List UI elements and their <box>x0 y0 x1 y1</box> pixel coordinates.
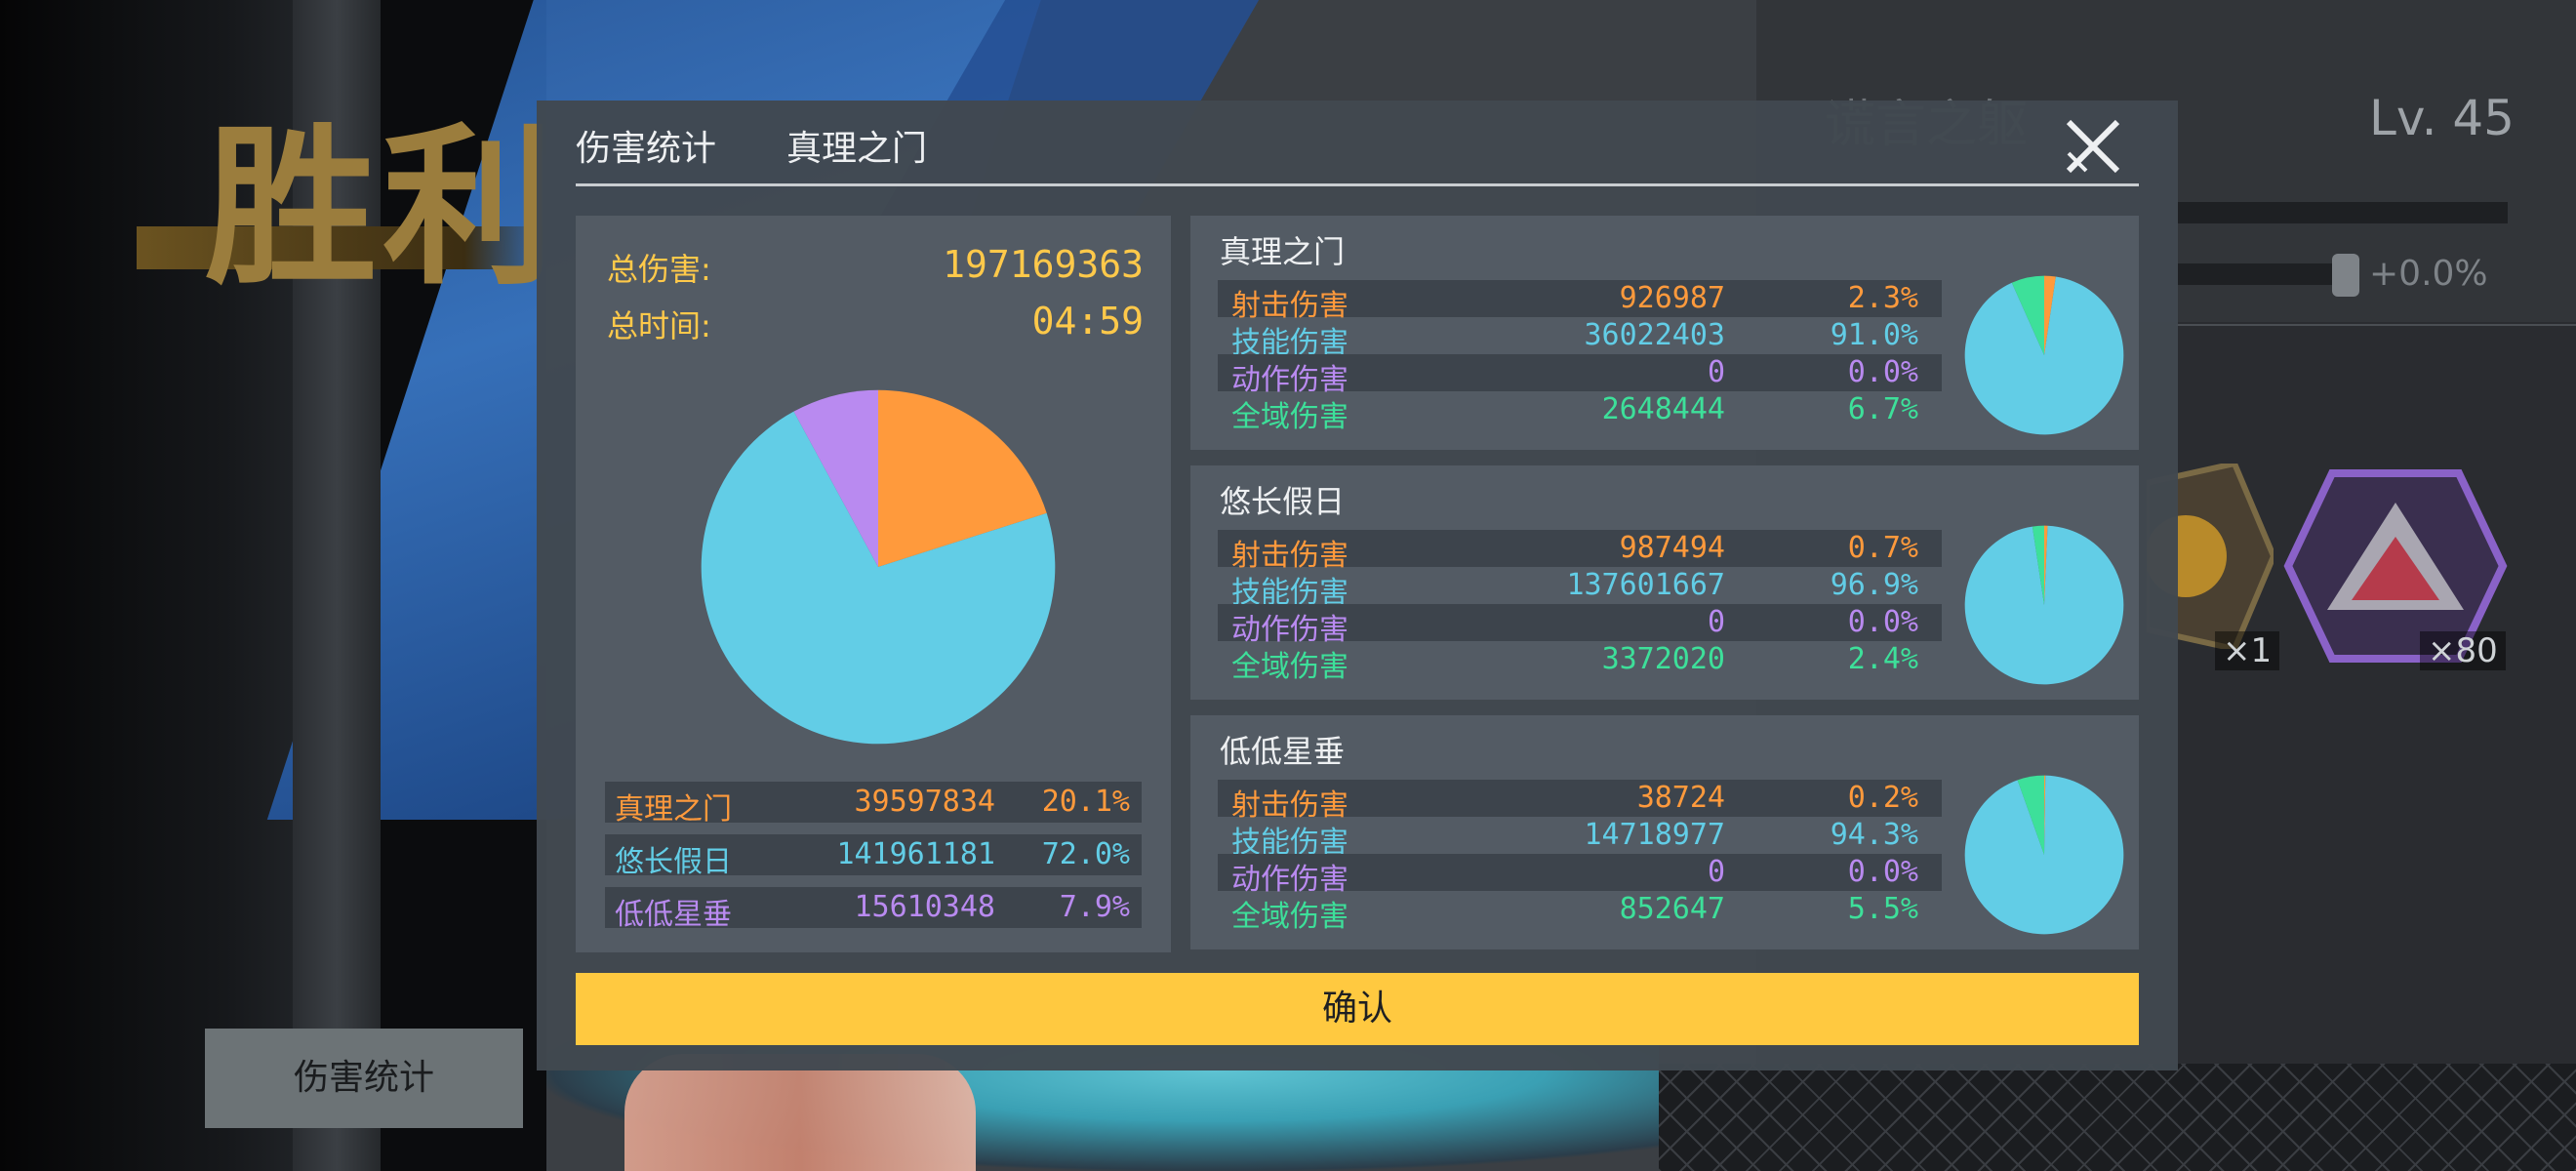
bonus-readout: +0.0% <box>2332 254 2488 297</box>
member-name: 低低星垂 <box>615 898 732 932</box>
damage-type-label: 全域伤害 <box>1231 650 1348 684</box>
damage-percent: 0.7% <box>1847 531 1918 565</box>
damage-percent: 0.2% <box>1847 781 1918 815</box>
tab-stage[interactable]: 真理之门 <box>786 120 927 171</box>
character-panel: 悠长假日 射击伤害 987494 0.7% 技能伤害 137601667 96.9% 动作伤害… <box>1190 465 2139 700</box>
damage-type-label: 全域伤害 <box>1231 900 1348 934</box>
total-damage-label: 总伤害: <box>607 251 711 288</box>
character-damage-pie <box>1964 775 2124 935</box>
character-panel: 真理之门 射击伤害 926987 2.3% 技能伤害 36022403 91.0% 动作伤害 0… <box>1190 216 2139 450</box>
dialog-header: 伤害统计 真理之门 <box>576 101 2139 186</box>
damage-value: 14718977 <box>1584 818 1726 852</box>
damage-percent: 0.0% <box>1847 605 1918 639</box>
bonus-value: +0.0% <box>2369 254 2488 294</box>
damage-value: 0 <box>1707 355 1725 389</box>
divider <box>2176 324 2576 326</box>
damage-value: 852647 <box>1619 892 1725 926</box>
damage-breakdown-table: 射击伤害 987494 0.7% 技能伤害 137601667 96.9% 动作伤害 0 0.0… <box>1218 530 1942 684</box>
character-art-legs <box>624 1054 976 1171</box>
damage-type-row: 全域伤害 2648444 6.7% <box>1218 391 1942 434</box>
team-summary-row: 真理之门 39597834 20.1% <box>605 782 1142 827</box>
overview-panel: 总伤害: 197169363 总时间: 04:59 真理之门 39597834 20… <box>576 216 1171 952</box>
damage-type-row: 动作伤害 0 0.0% <box>1218 354 1942 397</box>
damage-type-label: 全域伤害 <box>1231 400 1348 434</box>
damage-value: 38724 <box>1636 781 1725 815</box>
damage-value: 141961181 <box>836 837 995 871</box>
damage-breakdown-table: 射击伤害 38724 0.2% 技能伤害 14718977 94.3% 动作伤害 0 0.0% 全… <box>1218 780 1942 934</box>
damage-type-row: 技能伤害 14718977 94.3% <box>1218 817 1942 860</box>
total-time-value: 04:59 <box>1031 300 1144 343</box>
team-summary-row: 低低星垂 15610348 7.9% <box>605 887 1142 932</box>
total-time-label: 总时间: <box>607 307 711 344</box>
character-name: 悠长假日 <box>1220 483 1346 520</box>
damage-percent: 96.9% <box>1830 568 1918 602</box>
damage-percent: 91.0% <box>1830 318 1918 352</box>
close-icon[interactable] <box>2063 116 2123 177</box>
total-damage-value: 197169363 <box>943 243 1144 286</box>
exp-bar <box>2176 202 2508 223</box>
damage-percent: 6.7% <box>1847 392 1918 426</box>
damage-percent: 94.3% <box>1830 818 1918 852</box>
damage-stats-button[interactable]: 伤害统计 <box>205 1029 523 1128</box>
item-count: ×80 <box>2420 631 2506 670</box>
character-name: 低低星垂 <box>1220 733 1346 770</box>
character-panel: 低低星垂 射击伤害 38724 0.2% 技能伤害 14718977 94.3% 动作伤害 0 0… <box>1190 715 2139 949</box>
damage-percent: 0.0% <box>1847 355 1918 389</box>
bonus-icon <box>2332 254 2359 297</box>
damage-type-row: 射击伤害 38724 0.2% <box>1218 780 1942 823</box>
damage-type-row: 动作伤害 0 0.0% <box>1218 604 1942 647</box>
damage-value: 15610348 <box>854 890 996 924</box>
bonus-bar <box>2176 263 2332 285</box>
damage-percent: 7.9% <box>1059 890 1130 924</box>
member-name: 悠长假日 <box>615 845 732 879</box>
damage-type-row: 动作伤害 0 0.0% <box>1218 854 1942 897</box>
player-level: Lv. 45 <box>2369 90 2515 146</box>
damage-percent: 2.3% <box>1847 281 1918 315</box>
team-damage-pie <box>701 389 1056 745</box>
damage-value: 137601667 <box>1566 568 1725 602</box>
damage-value: 987494 <box>1619 531 1725 565</box>
damage-type-row: 射击伤害 926987 2.3% <box>1218 280 1942 323</box>
character-damage-pie <box>1964 275 2124 435</box>
member-name: 真理之门 <box>615 792 732 827</box>
damage-value: 39597834 <box>854 785 996 819</box>
damage-percent: 72.0% <box>1041 837 1130 871</box>
damage-type-row: 技能伤害 137601667 96.9% <box>1218 567 1942 610</box>
damage-stats-dialog: 伤害统计 真理之门 总伤害: 197169363 总时间: 04:59 真理之门… <box>537 101 2178 1070</box>
damage-value: 36022403 <box>1584 318 1726 352</box>
victory-title: 胜利 <box>205 106 561 308</box>
team-summary-row: 悠长假日 141961181 72.0% <box>605 834 1142 879</box>
damage-value: 0 <box>1707 855 1725 889</box>
character-name: 真理之门 <box>1220 233 1346 270</box>
character-damage-pie <box>1964 525 2124 685</box>
damage-type-row: 射击伤害 987494 0.7% <box>1218 530 1942 573</box>
damage-value: 2648444 <box>1601 392 1725 426</box>
background-mesh <box>1659 1064 2576 1171</box>
confirm-button[interactable]: 确认 <box>576 973 2139 1045</box>
damage-breakdown-table: 射击伤害 926987 2.3% 技能伤害 36022403 91.0% 动作伤害 0 0.0%… <box>1218 280 1942 434</box>
damage-percent: 0.0% <box>1847 855 1918 889</box>
damage-percent: 5.5% <box>1847 892 1918 926</box>
item-count: ×1 <box>2215 631 2280 670</box>
damage-value: 926987 <box>1619 281 1725 315</box>
damage-percent: 20.1% <box>1041 785 1130 819</box>
damage-value: 3372020 <box>1601 642 1725 676</box>
damage-value: 0 <box>1707 605 1725 639</box>
damage-type-row: 全域伤害 3372020 2.4% <box>1218 641 1942 684</box>
tab-damage-stats[interactable]: 伤害统计 <box>576 120 716 171</box>
damage-type-row: 技能伤害 36022403 91.0% <box>1218 317 1942 360</box>
damage-type-row: 全域伤害 852647 5.5% <box>1218 891 1942 934</box>
damage-percent: 2.4% <box>1847 642 1918 676</box>
